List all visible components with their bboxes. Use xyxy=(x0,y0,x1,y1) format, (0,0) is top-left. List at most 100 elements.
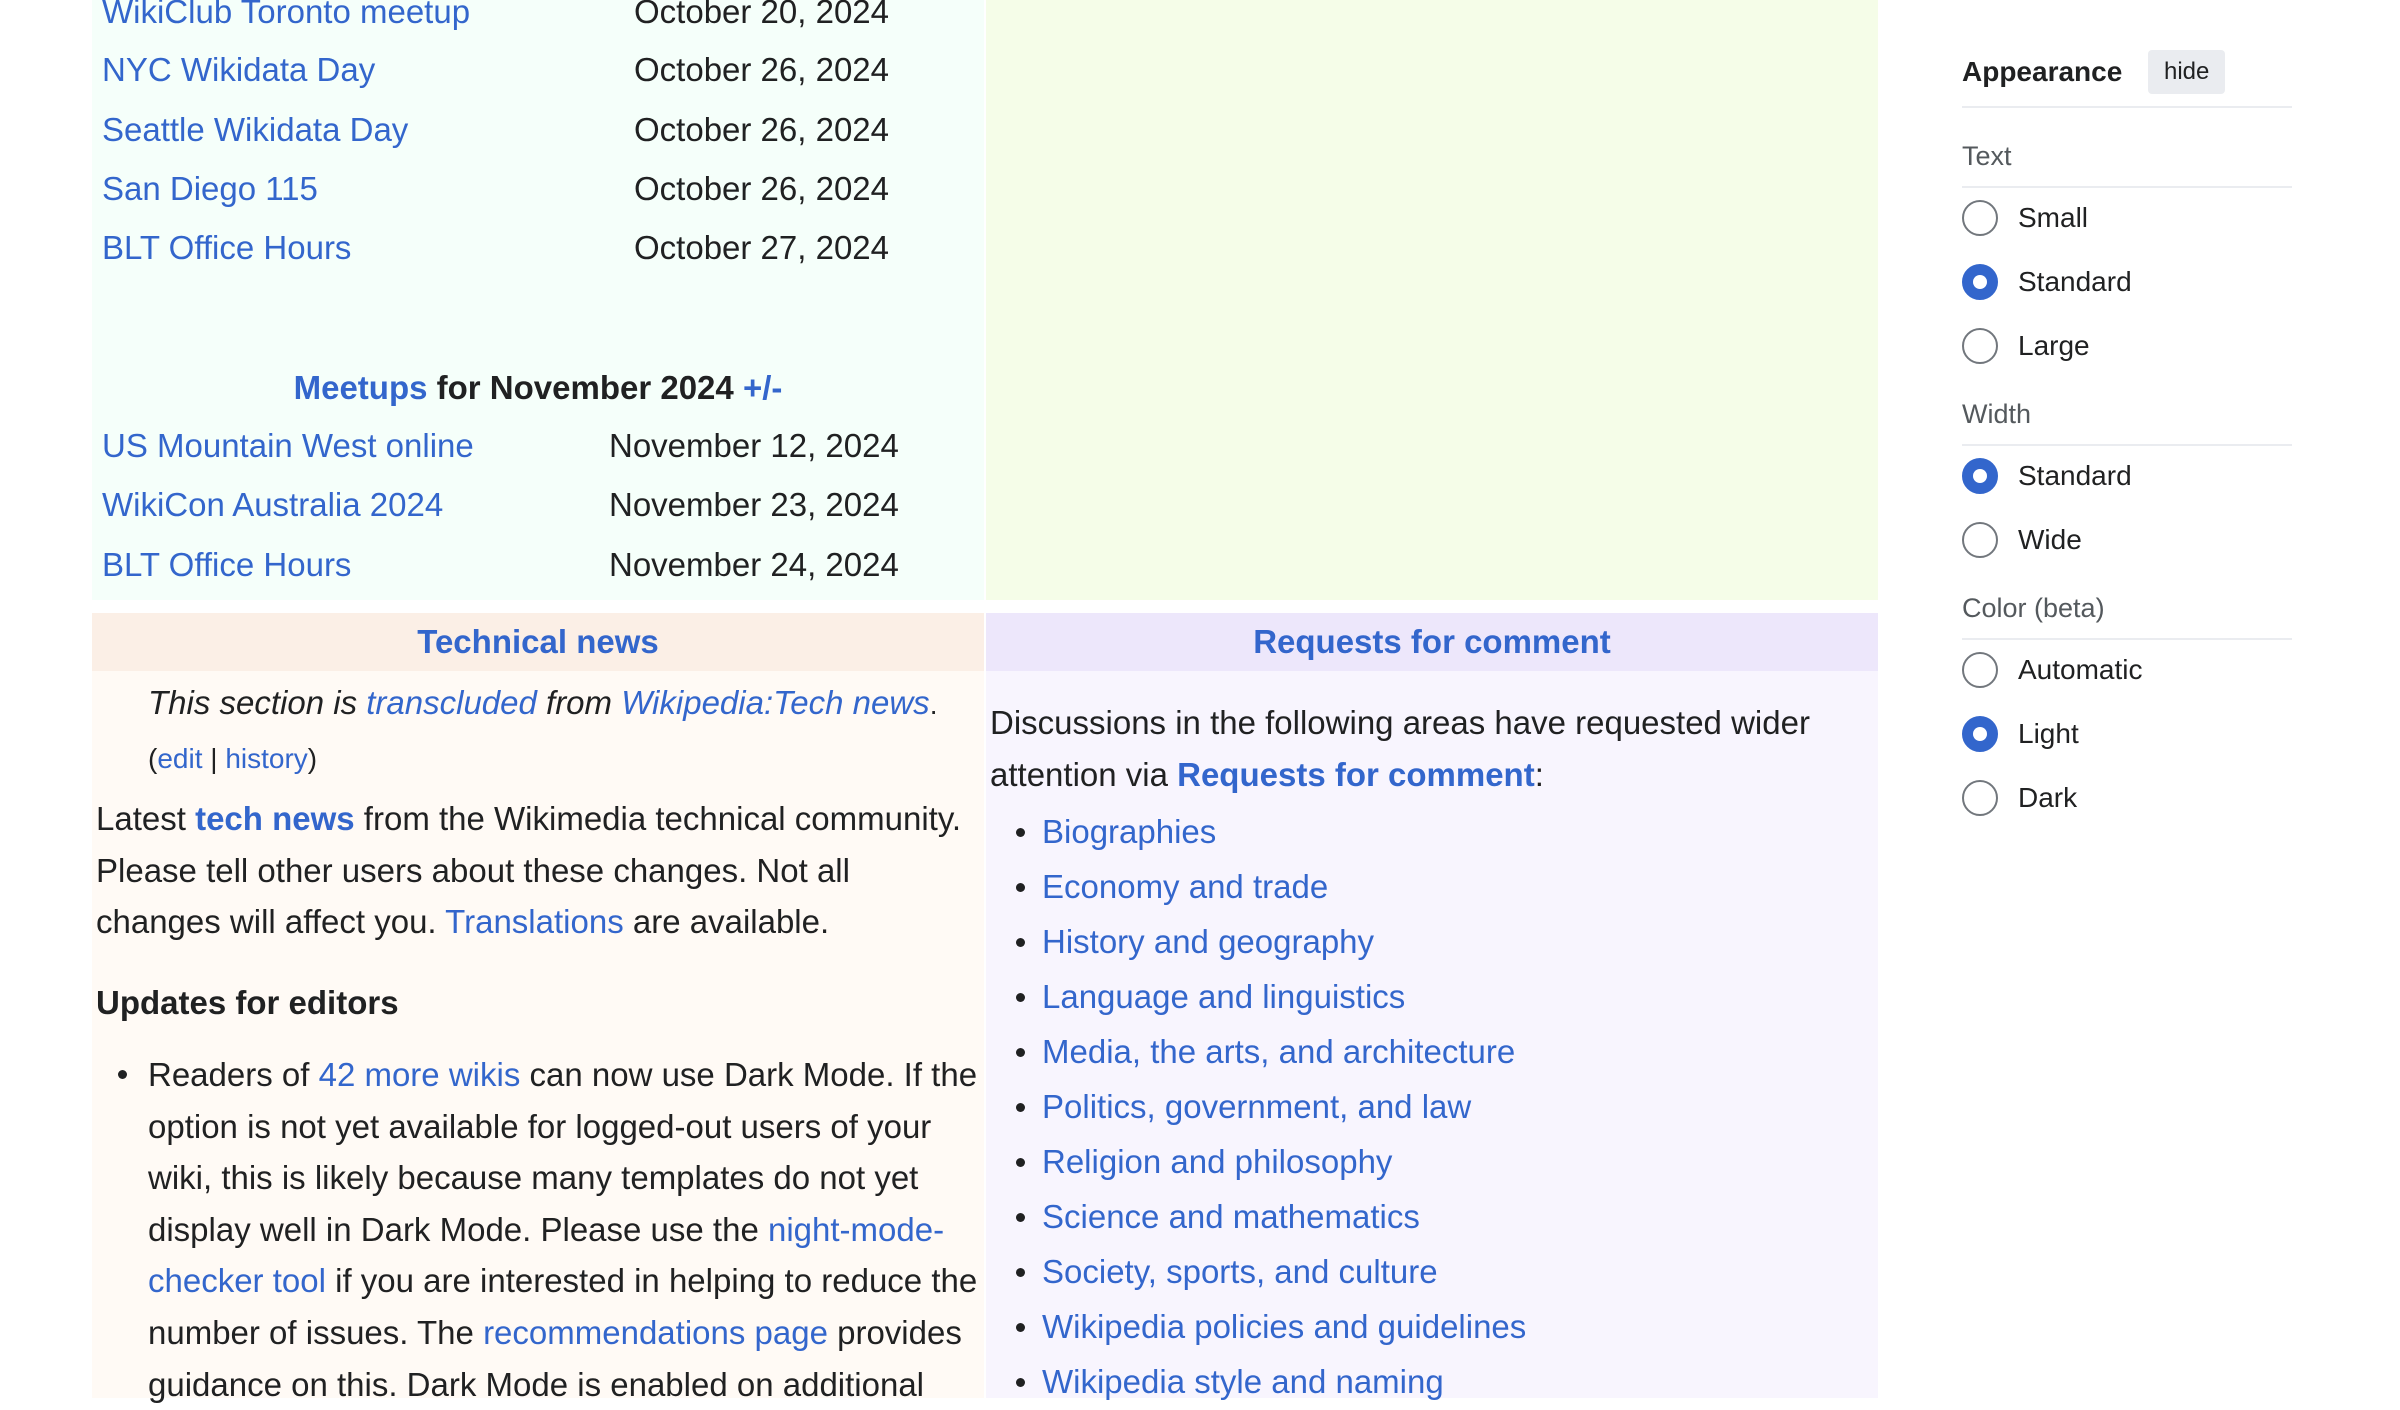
rfc-link[interactable]: Requests for comment xyxy=(1177,756,1535,793)
option-label: Standard xyxy=(2018,266,2132,297)
rfc-topic-link[interactable]: Biographies xyxy=(1042,813,1216,850)
note-text: This section is xyxy=(148,684,367,721)
radio-checked-icon[interactable] xyxy=(1962,264,1998,300)
group-title: Width xyxy=(1962,386,2292,446)
event-link[interactable]: BLT Office Hours xyxy=(102,228,351,268)
event-link[interactable]: US Mountain West online xyxy=(102,426,474,466)
group-title: Text xyxy=(1962,128,2292,188)
radio-icon[interactable] xyxy=(1962,200,1998,236)
color-option-automatic[interactable]: Automatic xyxy=(1962,640,2292,704)
translations-link[interactable]: Translations xyxy=(445,903,624,940)
rfc-topic-link[interactable]: Religion and philosophy xyxy=(1042,1143,1392,1180)
event-date: October 26, 2024 xyxy=(634,111,890,148)
rfc-header-link[interactable]: Requests for comment xyxy=(1253,623,1611,660)
rfc-topic-link[interactable]: History and geography xyxy=(1042,923,1374,960)
group-title: Color (beta) xyxy=(1962,580,2292,640)
technical-news-link[interactable]: Technical news xyxy=(417,623,658,660)
bullet-icon xyxy=(1016,1378,1025,1387)
event-date: October 26, 2024 xyxy=(634,170,890,207)
radio-checked-icon[interactable] xyxy=(1962,716,1998,752)
rfc-topic-list: Biographies Economy and trade History an… xyxy=(986,804,1878,1409)
meetups-panel: WikiClub Toronto meetup October 20, 2024… xyxy=(92,0,984,600)
event-date: October 26, 2024 xyxy=(634,51,890,88)
list-item: Wikipedia style and naming xyxy=(986,1354,1878,1409)
plusminus-link[interactable]: +/- xyxy=(743,369,782,406)
rfc-topic-link[interactable]: Language and linguistics xyxy=(1042,978,1405,1015)
rfc-topic-link[interactable]: Media, the arts, and architecture xyxy=(1042,1033,1515,1070)
recommendations-link[interactable]: recommendations page xyxy=(483,1314,828,1351)
list-item: History and geography xyxy=(986,914,1878,969)
group-title-label: Color (beta) xyxy=(1962,593,2105,623)
text-size-option-large[interactable]: Large xyxy=(1962,316,2292,380)
edit-link[interactable]: edit xyxy=(157,743,202,774)
rfc-topic-link[interactable]: Wikipedia policies and guidelines xyxy=(1042,1308,1526,1345)
radio-icon[interactable] xyxy=(1962,652,1998,688)
width-option-standard[interactable]: Standard xyxy=(1962,446,2292,510)
appearance-panel: Appearance hide Text Small Standard Larg… xyxy=(1962,44,2292,832)
bullet-icon xyxy=(1016,883,1025,892)
width-group: Width Standard Wide xyxy=(1962,386,2292,574)
heading-text: for November 2024 xyxy=(427,369,743,406)
rfc-topic-link[interactable]: Society, sports, and culture xyxy=(1042,1253,1438,1290)
bullet-icon xyxy=(1016,1048,1025,1057)
bullet-icon xyxy=(118,1070,127,1079)
bullet-icon xyxy=(1016,938,1025,947)
radio-icon[interactable] xyxy=(1962,522,1998,558)
list-item: Science and mathematics xyxy=(986,1189,1878,1244)
update-text: Readers of xyxy=(148,1056,319,1093)
rfc-topic-link[interactable]: Politics, government, and law xyxy=(1042,1088,1471,1125)
technical-news-header: Technical news xyxy=(92,613,984,671)
option-label: Wide xyxy=(2018,524,2082,555)
list-item: Economy and trade xyxy=(986,859,1878,914)
list-item: Wikipedia policies and guidelines xyxy=(986,1299,1878,1354)
text-size-option-small[interactable]: Small xyxy=(1962,188,2292,252)
text-size-group: Text Small Standard Large xyxy=(1962,128,2292,380)
intro-text: are available. xyxy=(623,903,830,941)
list-item: Society, sports, and culture xyxy=(986,1244,1878,1299)
transcluded-link[interactable]: transcluded xyxy=(366,684,537,721)
list-item: Language and linguistics xyxy=(986,969,1878,1024)
hide-button[interactable]: hide xyxy=(2148,50,2226,94)
bullet-icon xyxy=(1016,1268,1025,1277)
note-separator: | xyxy=(202,743,226,774)
color-option-light[interactable]: Light xyxy=(1962,704,2292,768)
option-label: Standard xyxy=(2018,460,2132,491)
list-item: Politics, government, and law xyxy=(986,1079,1878,1134)
event-link[interactable]: WikiCon Australia 2024 xyxy=(102,485,443,525)
bullet-icon xyxy=(1016,828,1025,837)
event-link[interactable]: NYC Wikidata Day xyxy=(102,50,375,90)
history-link[interactable]: history xyxy=(225,743,307,774)
event-date: October 20, 2024 xyxy=(634,0,890,30)
radio-icon[interactable] xyxy=(1962,328,1998,364)
appearance-header: Appearance hide xyxy=(1962,44,2292,108)
note-text: ) xyxy=(307,743,318,774)
transclusion-note: This section is transcluded from Wikiped… xyxy=(148,677,984,785)
radio-icon[interactable] xyxy=(1962,780,1998,816)
width-option-wide[interactable]: Wide xyxy=(1962,510,2292,574)
list-item: Media, the arts, and architecture xyxy=(986,1024,1878,1079)
option-label: Dark xyxy=(2018,782,2078,813)
color-option-dark[interactable]: Dark xyxy=(1962,768,2292,832)
event-link[interactable]: San Diego 115 xyxy=(102,169,318,209)
color-group: Color (beta) Automatic Light Dark xyxy=(1962,580,2292,832)
option-label: Light xyxy=(2018,718,2079,749)
rfc-topic-link[interactable]: Economy and trade xyxy=(1042,868,1328,905)
meetups-link[interactable]: Meetups xyxy=(294,369,428,406)
option-label: Automatic xyxy=(2018,654,2143,685)
tech-news-source-link[interactable]: Wikipedia:Tech news xyxy=(621,684,929,721)
event-date: October 27, 2024 xyxy=(634,229,890,266)
rfc-topic-link[interactable]: Wikipedia style and naming xyxy=(1042,1363,1444,1400)
text-size-option-standard[interactable]: Standard xyxy=(1962,252,2292,316)
more-wikis-link[interactable]: 42 more wikis xyxy=(319,1056,521,1093)
group-title-label: Width xyxy=(1962,399,2032,429)
option-label: Large xyxy=(2018,330,2090,361)
event-link[interactable]: WikiClub Toronto meetup xyxy=(102,0,470,32)
tech-news-link[interactable]: tech news xyxy=(195,800,355,837)
group-title-label: Text xyxy=(1962,141,2012,171)
event-link[interactable]: Seattle Wikidata Day xyxy=(102,110,408,150)
rfc-intro: Discussions in the following areas have … xyxy=(990,697,1870,800)
event-date: November 12, 2024 xyxy=(609,427,899,464)
radio-checked-icon[interactable] xyxy=(1962,458,1998,494)
rfc-topic-link[interactable]: Science and mathematics xyxy=(1042,1198,1420,1235)
event-link[interactable]: BLT Office Hours xyxy=(102,545,351,585)
